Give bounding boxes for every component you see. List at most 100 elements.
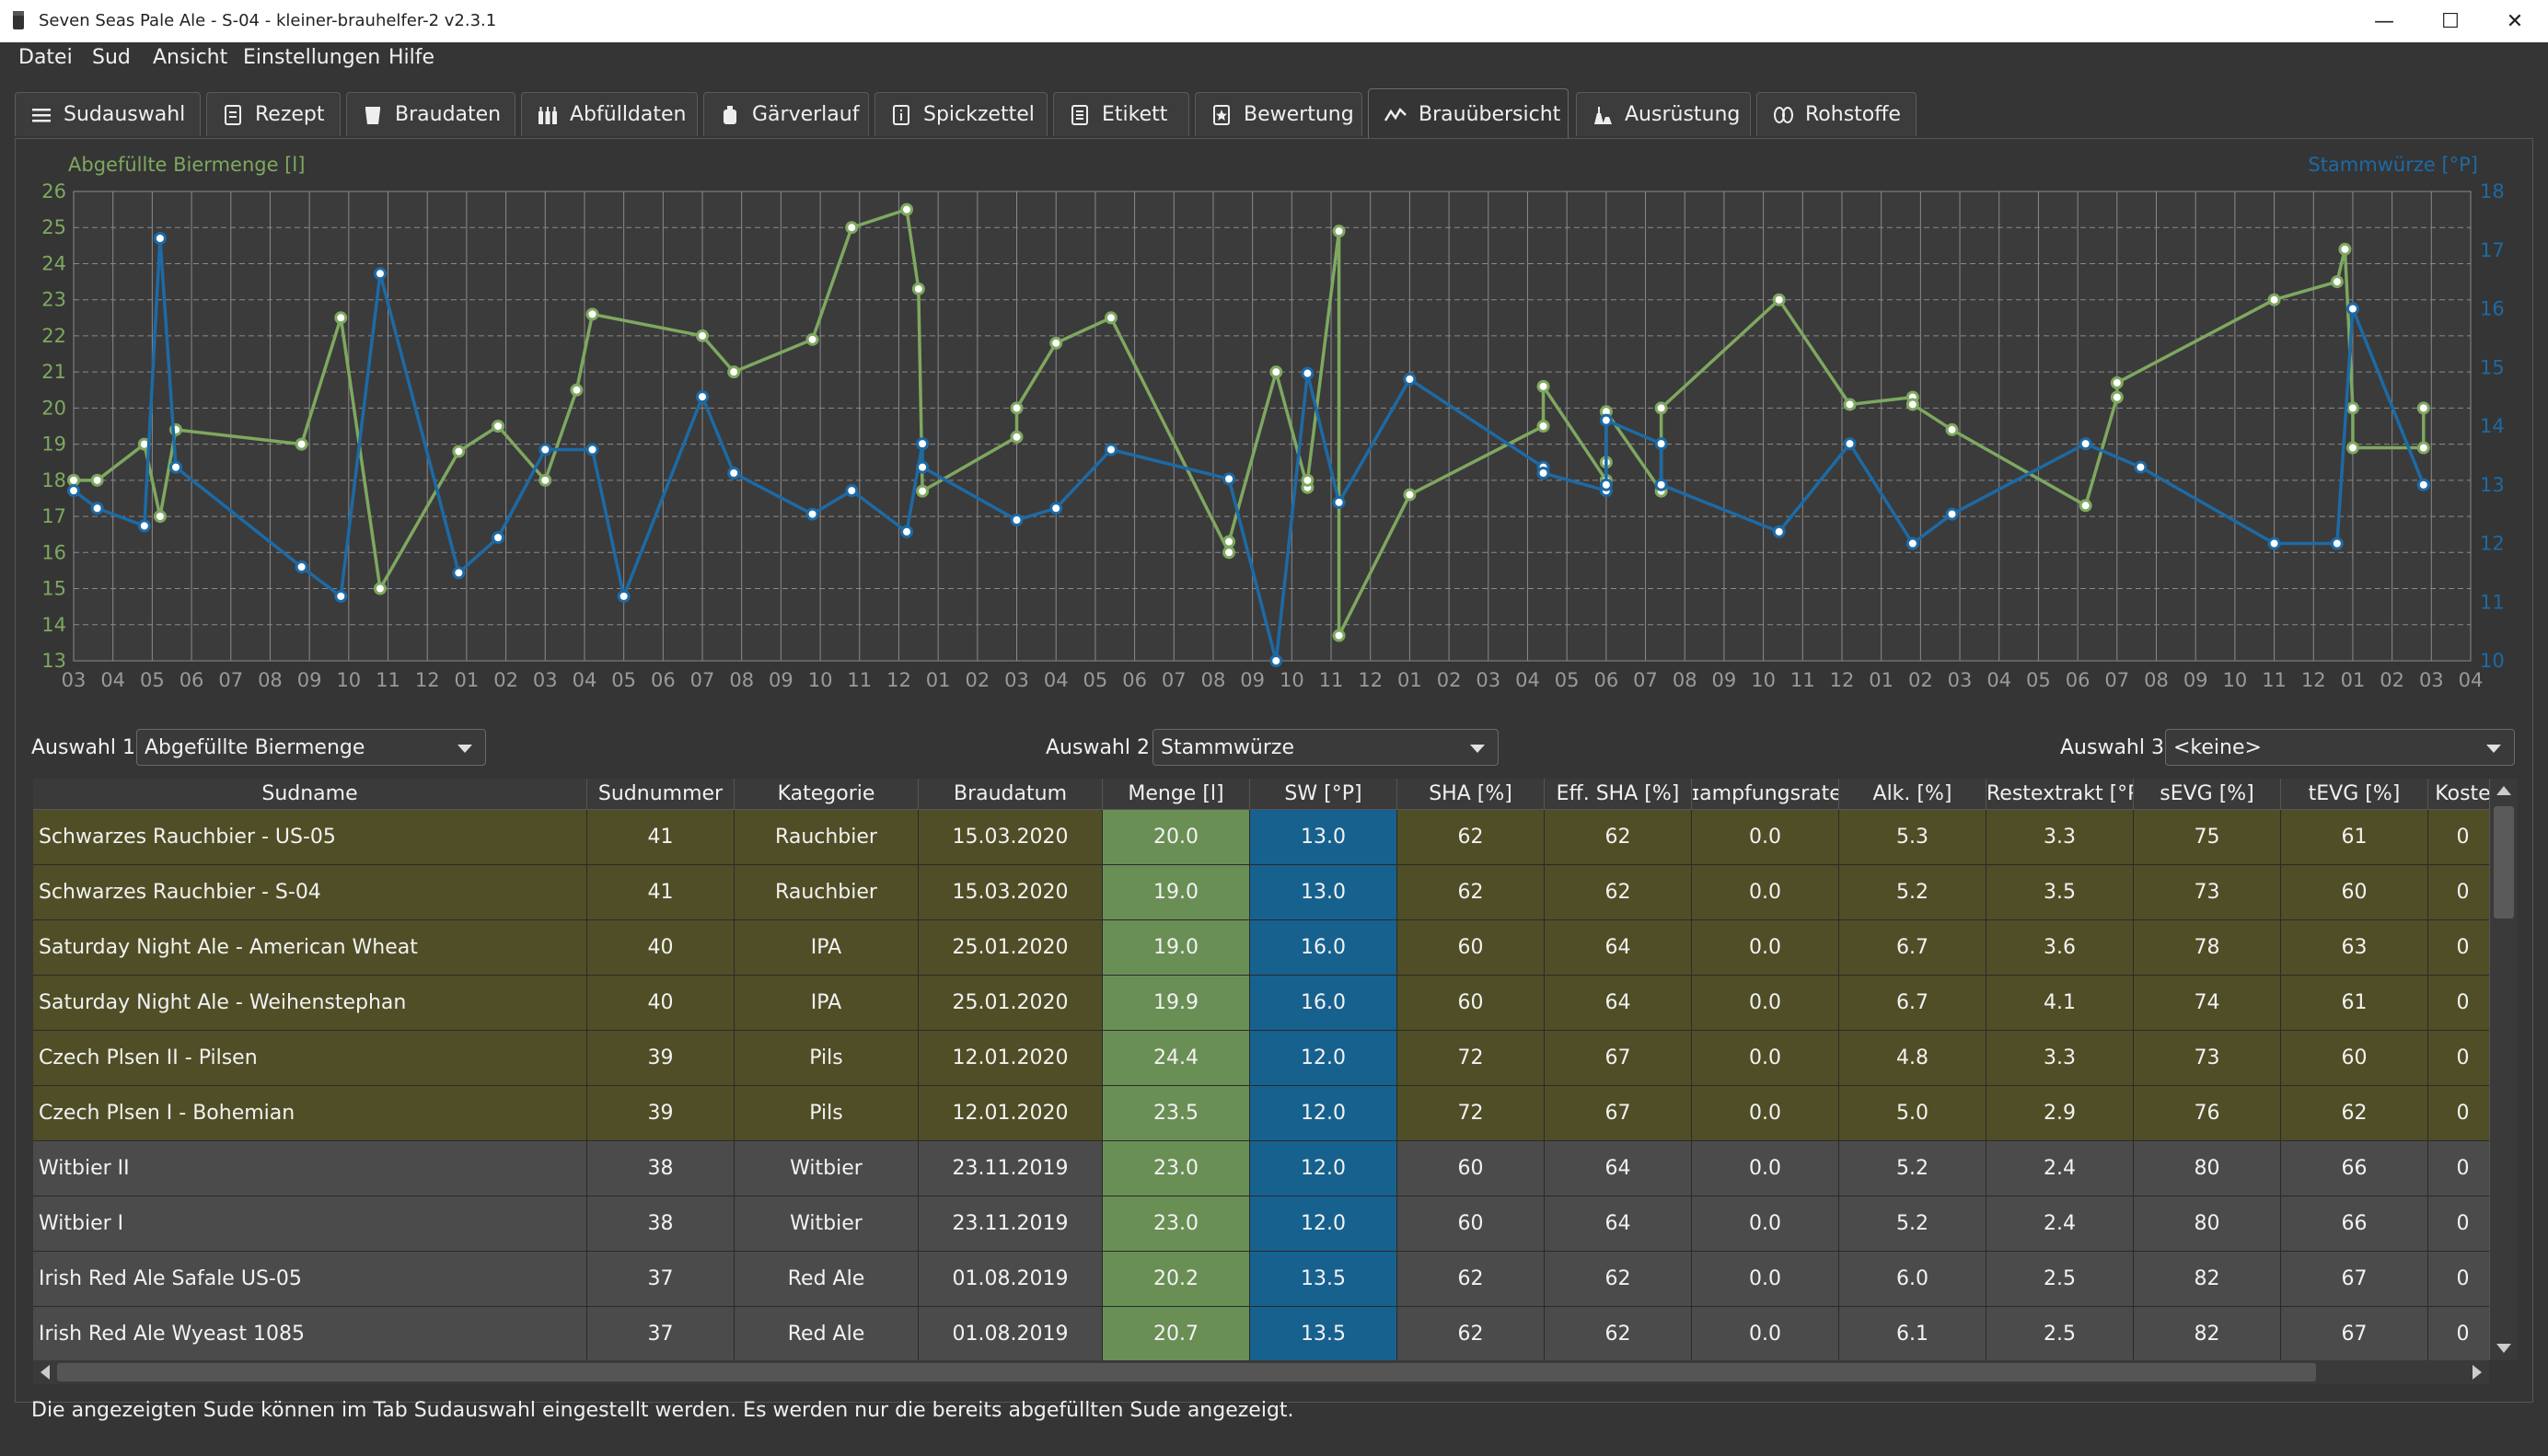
chart-icon	[1384, 107, 1407, 121]
auswahl2-select[interactable]: Stammwürze	[1152, 729, 1499, 766]
table-cell: IPA	[735, 976, 919, 1031]
data-point	[492, 531, 505, 545]
data-point	[1945, 422, 1959, 436]
table-cell: 82	[2134, 1307, 2281, 1360]
tab-abfuelldaten[interactable]: Abfülldaten	[521, 92, 698, 136]
brew-overview-chart: 1314151617181920212223242526101112131415…	[41, 154, 2505, 691]
table-cell: 0	[2428, 1141, 2498, 1196]
menu-einstellungen[interactable]: Einstellungen	[243, 46, 380, 69]
table-cell: 74	[2134, 976, 2281, 1031]
tab-ausruestung[interactable]: Ausrüstung	[1576, 92, 1751, 136]
column-header[interactable]: Alk. [%]	[1839, 779, 1986, 810]
minimize-button[interactable]: —	[2351, 0, 2417, 42]
data-point	[1222, 472, 1236, 486]
data-point	[1010, 430, 1024, 444]
table-cell: 60	[2281, 1031, 2428, 1086]
x-tick-label: 11	[847, 669, 872, 691]
table-cell: 0.0	[1692, 810, 1839, 865]
chevron-down-icon	[457, 745, 472, 753]
tab-rezept[interactable]: Rezept	[206, 92, 341, 136]
equipment-icon	[1594, 106, 1612, 124]
column-header[interactable]: Eff. SHA [%]	[1545, 779, 1692, 810]
menu-hilfe[interactable]: Hilfe	[388, 46, 434, 69]
table-cell: 76	[2134, 1086, 2281, 1141]
x-tick-label: 02	[965, 669, 990, 691]
auswahl3-select[interactable]: <keine>	[2165, 729, 2515, 766]
scroll-down-icon[interactable]	[2496, 1344, 2511, 1353]
auswahl3-value: <keine>	[2173, 736, 2262, 759]
data-point	[373, 582, 387, 595]
data-point	[539, 473, 552, 487]
x-tick-label: 10	[336, 669, 361, 691]
data-point	[452, 445, 466, 458]
tab-bewertung[interactable]: Bewertung	[1195, 92, 1362, 136]
tab-gaerverlauf[interactable]: Gärverlauf	[703, 92, 869, 136]
table-cell: 19.9	[1103, 976, 1250, 1031]
data-point	[334, 311, 348, 325]
scroll-up-icon[interactable]	[2496, 786, 2511, 795]
column-header[interactable]: SW [°P]	[1250, 779, 1397, 810]
table-row[interactable]: Saturday Night Ale - American Wheat 40 IPA…	[33, 920, 2498, 976]
data-point	[1301, 473, 1315, 487]
column-header[interactable]: Kategorie	[735, 779, 919, 810]
tab-label: Abfülldaten	[570, 103, 687, 126]
close-button[interactable]: ✕	[2482, 0, 2548, 42]
title-bar: Seven Seas Pale Ale - S-04 - kleiner-bra…	[0, 0, 2548, 42]
tab-spickzettel[interactable]: Spickzettel	[874, 92, 1048, 136]
horizontal-scroll-thumb[interactable]	[57, 1363, 2316, 1381]
tab-braudaten[interactable]: Braudaten	[346, 92, 515, 136]
column-header[interactable]: Menge [l]	[1103, 779, 1250, 810]
column-header[interactable]: Braudatum	[919, 779, 1103, 810]
table-cell: Saturday Night Ale - American Wheat	[33, 920, 587, 976]
data-point	[2134, 460, 2148, 474]
data-point	[1049, 502, 1063, 515]
menu-sud[interactable]: Sud	[92, 46, 131, 69]
table-row[interactable]: Czech Plsen I - Bohemian 39 Pils 12.01.2020…	[33, 1086, 2498, 1141]
scroll-right-icon[interactable]	[2473, 1365, 2482, 1380]
table-cell: 82	[2134, 1252, 2281, 1307]
tab-etikett[interactable]: Etikett	[1053, 92, 1189, 136]
data-point	[1599, 478, 1613, 491]
window-title: Seven Seas Pale Ale - S-04 - kleiner-bra…	[39, 11, 497, 30]
x-tick-label: 02	[1437, 669, 1462, 691]
tab-rohstoffe[interactable]: Rohstoffe	[1756, 92, 1917, 136]
tab-sudauswahl[interactable]: Sudauswahl	[15, 92, 201, 136]
auswahl1-select[interactable]: Abgefüllte Biermenge	[136, 729, 486, 766]
table-row[interactable]: Schwarzes Rauchbier - S-04 41 Rauchbier 15.…	[33, 865, 2498, 920]
table-cell: Witbier II	[33, 1141, 587, 1196]
tab-brauuebersicht[interactable]: Brauübersicht	[1368, 88, 1569, 140]
vertical-scrollbar[interactable]	[2489, 779, 2518, 1360]
data-point	[2416, 401, 2430, 415]
x-tick-label: 12	[1830, 669, 1855, 691]
table-row[interactable]: Saturday Night Ale - Weihenstephan 40 IPA 2…	[33, 976, 2498, 1031]
column-header[interactable]: SHA [%]	[1397, 779, 1545, 810]
y-left-tick-label: 21	[41, 361, 66, 383]
data-point	[727, 365, 741, 379]
column-header[interactable]: Koste	[2428, 779, 2498, 810]
menu-ansicht[interactable]: Ansicht	[153, 46, 227, 69]
table-row[interactable]: Witbier II 38 Witbier 23.11.2019 23.0 12.0 60 6…	[33, 1141, 2498, 1196]
column-header[interactable]: Sudnummer	[587, 779, 735, 810]
y-right-tick-label: 15	[2480, 356, 2505, 378]
vertical-scroll-thumb[interactable]	[2494, 806, 2514, 919]
table-row[interactable]: Irish Red Ale Wyeast 1085 37 Red Ale 01.08.…	[33, 1307, 2498, 1360]
maximize-button[interactable]: ☐	[2417, 0, 2484, 42]
column-header[interactable]: ɪampfungsrate [	[1692, 779, 1839, 810]
table-row[interactable]: Witbier I 38 Witbier 23.11.2019 23.0 12.0 60 64…	[33, 1196, 2498, 1252]
data-point	[1332, 629, 1346, 642]
column-header[interactable]: Restextrakt [°P]	[1986, 779, 2134, 810]
column-header[interactable]: sEVG [%]	[2134, 779, 2281, 810]
data-point	[1222, 535, 1236, 549]
fermenter-icon	[724, 105, 736, 124]
scroll-left-icon[interactable]	[41, 1365, 50, 1380]
table-cell: Rauchbier	[735, 810, 919, 865]
y-right-tick-label: 11	[2480, 591, 2505, 613]
table-row[interactable]: Schwarzes Rauchbier - US-05 41 Rauchbier 15…	[33, 810, 2498, 865]
table-cell: 0.0	[1692, 865, 1839, 920]
table-row[interactable]: Czech Plsen II - Pilsen 39 Pils 12.01.2020 2…	[33, 1031, 2498, 1086]
column-header[interactable]: Sudname	[33, 779, 587, 810]
table-row[interactable]: Irish Red Ale Safale US-05 37 Red Ale 01.08…	[33, 1252, 2498, 1307]
column-header[interactable]: tEVG [%]	[2281, 779, 2428, 810]
menu-datei[interactable]: Datei	[18, 46, 73, 69]
horizontal-scrollbar[interactable]	[33, 1360, 2489, 1384]
